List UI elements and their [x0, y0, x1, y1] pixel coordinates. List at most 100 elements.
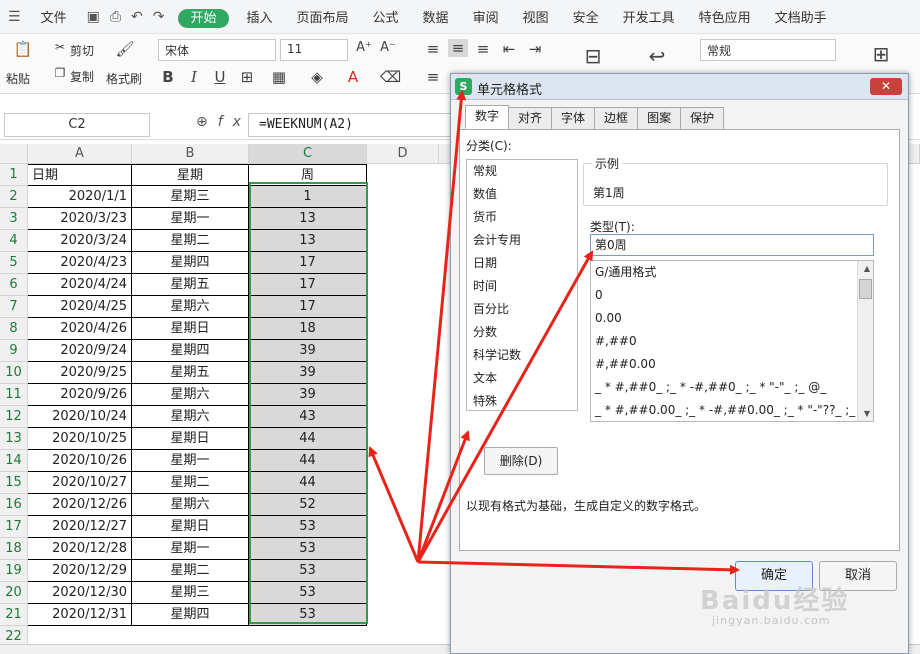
- dialog-tab-4[interactable]: 图案: [637, 107, 682, 129]
- cut-button[interactable]: 剪切: [70, 42, 94, 59]
- cell-b[interactable]: 星期二: [132, 230, 249, 252]
- menu-tab-7[interactable]: 安全: [561, 11, 611, 26]
- cell-a[interactable]: 2020/10/27: [28, 472, 132, 494]
- cell-a[interactable]: 2020/4/26: [28, 318, 132, 340]
- zoom-icon[interactable]: ⊕: [196, 114, 218, 130]
- cell-b[interactable]: 星期三: [132, 186, 249, 208]
- close-button[interactable]: ✕: [870, 78, 902, 95]
- align-middle-icon[interactable]: ≡: [448, 39, 468, 57]
- row-header[interactable]: 12: [0, 406, 28, 428]
- cell-c[interactable]: 17: [249, 274, 367, 296]
- cell-c[interactable]: 39: [249, 340, 367, 362]
- scissors-icon[interactable]: ✂: [52, 40, 68, 54]
- menu-tab-8[interactable]: 开发工具: [611, 11, 687, 26]
- row-header[interactable]: 7: [0, 296, 28, 318]
- cell-c[interactable]: 53: [249, 538, 367, 560]
- dialog-title-bar[interactable]: S 单元格格式 ✕: [451, 74, 908, 100]
- category-item[interactable]: 日期: [467, 252, 577, 275]
- scroll-down-icon[interactable]: ▼: [864, 409, 870, 418]
- header-cell-date[interactable]: 日期: [28, 164, 132, 186]
- cell-c[interactable]: 13: [249, 230, 367, 252]
- merge-center-icon[interactable]: ⊟: [580, 44, 606, 68]
- copy-button[interactable]: 复制: [70, 68, 94, 85]
- menu-tab-4[interactable]: 数据: [411, 11, 461, 26]
- cell-c[interactable]: 53: [249, 560, 367, 582]
- row-header[interactable]: 4: [0, 230, 28, 252]
- cell-a[interactable]: 2020/12/28: [28, 538, 132, 560]
- cell-a[interactable]: 2020/12/26: [28, 494, 132, 516]
- cell-b[interactable]: 星期五: [132, 362, 249, 384]
- row-header[interactable]: 17: [0, 516, 28, 538]
- cell-b[interactable]: 星期二: [132, 560, 249, 582]
- cell-b[interactable]: 星期日: [132, 318, 249, 340]
- cell-c[interactable]: 39: [249, 362, 367, 384]
- row-header[interactable]: 3: [0, 208, 28, 230]
- format-code-item[interactable]: 0: [591, 284, 873, 307]
- cell-b[interactable]: 星期一: [132, 208, 249, 230]
- dialog-tab-1[interactable]: 对齐: [508, 107, 553, 129]
- scrollbar[interactable]: ▲ ▼: [857, 261, 873, 421]
- cell-b[interactable]: 星期四: [132, 340, 249, 362]
- row-header[interactable]: 11: [0, 384, 28, 406]
- dialog-tab-5[interactable]: 保护: [680, 107, 725, 129]
- category-item[interactable]: 百分比: [467, 298, 577, 321]
- cell-a[interactable]: 2020/4/25: [28, 296, 132, 318]
- cell-b[interactable]: 星期四: [132, 252, 249, 274]
- category-item[interactable]: 会计专用: [467, 229, 577, 252]
- cell-a[interactable]: 2020/9/24: [28, 340, 132, 362]
- font-size-select[interactable]: 11: [280, 39, 348, 61]
- row-header[interactable]: 8: [0, 318, 28, 340]
- row-header[interactable]: 16: [0, 494, 28, 516]
- column-header-c[interactable]: C: [249, 144, 367, 164]
- row-header[interactable]: 19: [0, 560, 28, 582]
- row-header[interactable]: 1: [0, 164, 28, 186]
- undo-icon[interactable]: ↶: [131, 9, 143, 25]
- table-style-icon[interactable]: ⊞: [868, 42, 894, 66]
- format-code-item[interactable]: G/通用格式: [591, 261, 873, 284]
- copy-icon[interactable]: ❐: [52, 66, 68, 80]
- cell-a[interactable]: 2020/9/26: [28, 384, 132, 406]
- row-header[interactable]: 10: [0, 362, 28, 384]
- border-icon[interactable]: ⊞: [238, 68, 256, 86]
- italic-icon[interactable]: I: [186, 68, 202, 86]
- category-item[interactable]: 文本: [467, 367, 577, 390]
- format-code-item[interactable]: #,##0: [591, 330, 873, 353]
- select-all-corner[interactable]: [0, 144, 28, 164]
- file-menu[interactable]: 文件: [29, 7, 79, 26]
- cell-a[interactable]: 2020/3/24: [28, 230, 132, 252]
- cell-a[interactable]: 2020/12/30: [28, 582, 132, 604]
- row-header[interactable]: 20: [0, 582, 28, 604]
- cell-b[interactable]: 星期四: [132, 604, 249, 626]
- cell-b[interactable]: 星期日: [132, 516, 249, 538]
- number-format-select[interactable]: 常规: [700, 39, 836, 61]
- hamburger-icon[interactable]: ☰: [0, 9, 29, 25]
- underline-icon[interactable]: U: [212, 68, 228, 86]
- cell-b[interactable]: 星期六: [132, 494, 249, 516]
- format-code-item[interactable]: 0.00: [591, 307, 873, 330]
- cell-a[interactable]: 2020/3/23: [28, 208, 132, 230]
- format-code-item[interactable]: _ * #,##0.00_ ;_ * -#,##0.00_ ;_ * "-"??…: [591, 399, 873, 421]
- row-header[interactable]: 13: [0, 428, 28, 450]
- column-header-a[interactable]: A: [28, 144, 132, 164]
- font-grow-icon[interactable]: A⁺: [354, 40, 374, 55]
- font-shrink-icon[interactable]: A⁻: [378, 40, 398, 55]
- dialog-tab-0[interactable]: 数字: [465, 105, 510, 129]
- cell-a[interactable]: 2020/10/26: [28, 450, 132, 472]
- clear-icon[interactable]: ⌫: [380, 68, 401, 86]
- cell-c[interactable]: 13: [249, 208, 367, 230]
- cell-c[interactable]: 17: [249, 296, 367, 318]
- redo-icon[interactable]: ↷: [153, 9, 165, 25]
- cell-c[interactable]: 53: [249, 604, 367, 626]
- row-header[interactable]: 21: [0, 604, 28, 626]
- format-code-item[interactable]: #,##0.00: [591, 353, 873, 376]
- column-header-b[interactable]: B: [132, 144, 249, 164]
- category-item[interactable]: 科学记数: [467, 344, 577, 367]
- menu-tab-3[interactable]: 公式: [361, 11, 411, 26]
- menu-tab-2[interactable]: 页面布局: [285, 11, 361, 26]
- menu-tab-6[interactable]: 视图: [511, 11, 561, 26]
- cell-b[interactable]: 星期一: [132, 538, 249, 560]
- cell-b[interactable]: 星期六: [132, 296, 249, 318]
- save-icon[interactable]: ▣: [87, 9, 100, 25]
- cell-c[interactable]: 53: [249, 516, 367, 538]
- cell-c[interactable]: 39: [249, 384, 367, 406]
